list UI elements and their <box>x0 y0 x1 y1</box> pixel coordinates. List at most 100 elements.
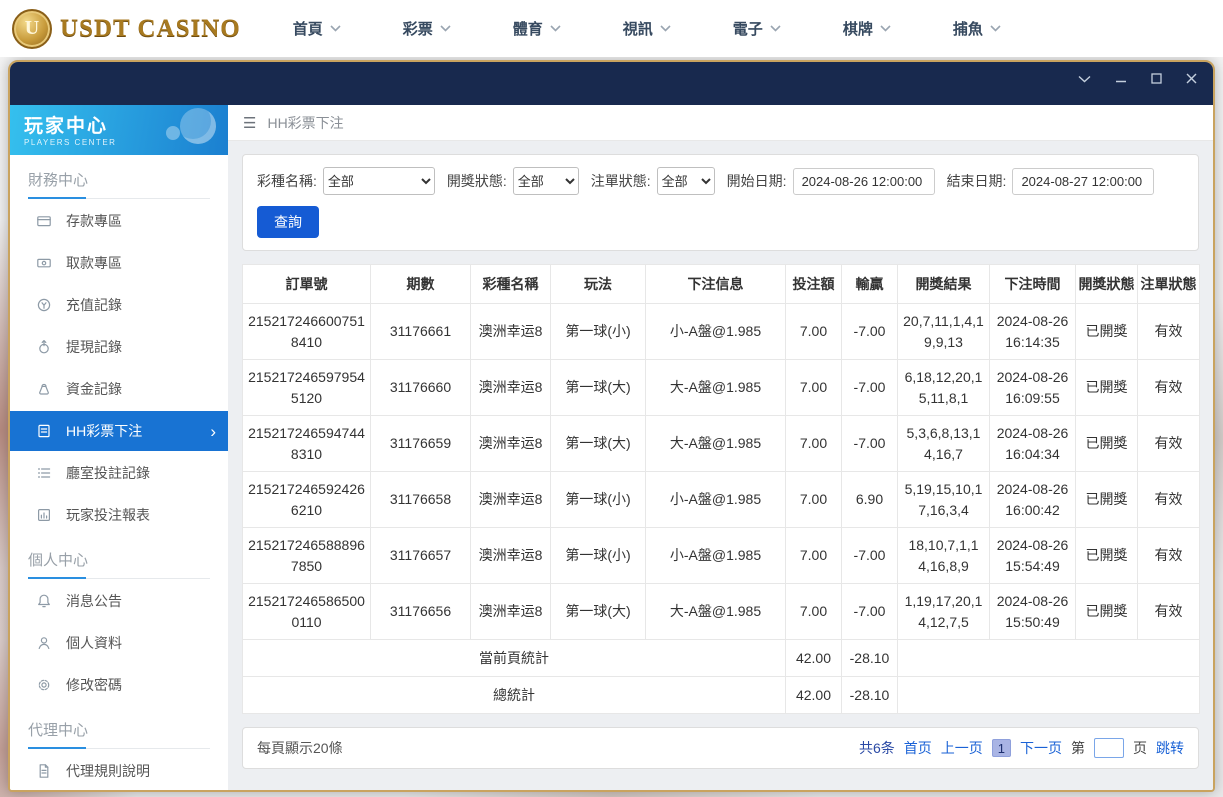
nav-item-label: 體育 <box>512 21 543 38</box>
logo-coin-icon: U <box>12 8 52 49</box>
sidebar-menu: 財務中心 存款專區取款專區充值記錄提現記錄資金記錄 HH彩票下注 › 廳室投註記錄 玩家投… <box>10 155 228 790</box>
sidebar-item[interactable]: 代理規則說明 <box>10 751 228 790</box>
sidebar-item-label: 資金記錄 <box>66 381 122 397</box>
column-header: 玩法 <box>550 264 646 304</box>
doc-icon <box>36 763 52 779</box>
end-date-input[interactable] <box>1012 167 1155 195</box>
summary-bet-total: 42.00 <box>785 676 842 714</box>
nav-item-6[interactable]: 捕魚 <box>953 18 1001 39</box>
table-cell: 6.90 <box>841 471 898 528</box>
sidebar-item[interactable]: 提現記錄 <box>10 327 228 367</box>
page-suffix-label: 页 <box>1133 740 1147 756</box>
logo-text: USDT CASINO <box>60 14 241 42</box>
sidebar-item[interactable]: 廳室投註記錄 <box>10 453 228 493</box>
total-count: 共6条 <box>858 740 895 756</box>
sidebar-item[interactable]: 消息公告 <box>10 581 228 621</box>
start-date-input[interactable] <box>792 167 935 195</box>
sidebar-item[interactable]: HH彩票下注 › <box>10 411 228 451</box>
order-status-select[interactable]: 全部 <box>656 167 715 195</box>
table-cell: 已開獎 <box>1075 359 1138 416</box>
table-cell: 有效 <box>1137 471 1200 528</box>
summary-label: 總統計 <box>242 676 786 714</box>
current-page[interactable]: 1 <box>991 739 1011 757</box>
next-page-link[interactable]: 下一页 <box>1020 738 1062 758</box>
table-row: 2152172465924266210 31176658 澳洲幸运8 第一球(小) 小-… <box>242 471 1200 528</box>
table-cell: 2024-08-26 16:00:42 <box>989 471 1076 528</box>
sidebar-item-label: HH彩票下注 <box>66 423 143 439</box>
table-cell: 已開獎 <box>1075 471 1138 528</box>
banknote-icon <box>36 255 52 271</box>
nav-item-4[interactable]: 電子 <box>733 18 781 39</box>
table-cell: 20,7,11,1,4,19,9,13 <box>897 303 990 360</box>
sidebar-item[interactable]: 個人資料 <box>10 623 228 663</box>
window-minimize-icon[interactable] <box>1115 73 1127 85</box>
table-cell: 小-A盤@1.985 <box>645 303 786 360</box>
nav-item-label: 首頁 <box>292 21 323 38</box>
site-logo[interactable]: U USDT CASINO <box>12 8 241 49</box>
column-header: 投注額 <box>785 264 842 304</box>
table-cell: 6,18,12,20,15,11,8,1 <box>897 359 990 416</box>
window-titlebar <box>10 62 1213 95</box>
lottery-select[interactable]: 全部 <box>322 167 435 195</box>
sidebar-item-label: 修改密碼 <box>66 677 122 693</box>
table-header-row: 訂單號 期數 彩種名稱 玩法 下注信息 投注額 輸贏 開獎結果 下注時間 開獎狀態 注單狀態 <box>242 264 1200 304</box>
summary-row: 總統計 42.00 -28.10 <box>242 676 1200 714</box>
sidebar-item-label: 個人資料 <box>66 635 122 651</box>
page-number-input[interactable] <box>1094 738 1124 758</box>
sidebar-item-label: 消息公告 <box>66 593 122 609</box>
table-cell: 第一球(小) <box>550 527 646 584</box>
table-cell: 7.00 <box>785 583 842 640</box>
draw-status-select[interactable]: 全部 <box>512 167 579 195</box>
nav-item-2[interactable]: 體育 <box>513 18 561 39</box>
menu-toggle-icon[interactable]: ☰ <box>243 114 256 132</box>
content-header: ☰ HH彩票下注 <box>228 105 1213 141</box>
table-cell: 7.00 <box>785 303 842 360</box>
sidebar-item[interactable]: 充值記錄 <box>10 285 228 325</box>
sidebar-item-label: 取款專區 <box>66 255 122 271</box>
jump-link[interactable]: 跳转 <box>1156 738 1184 758</box>
window-close-icon[interactable] <box>1186 73 1197 84</box>
table-cell: 2024-08-26 15:50:49 <box>989 583 1076 640</box>
search-button[interactable]: 查詢 <box>257 206 319 238</box>
summary-row: 當前頁統計 42.00 -28.10 <box>242 639 1200 677</box>
table-cell: 澳洲幸运8 <box>470 415 551 472</box>
window-controls <box>1078 73 1197 85</box>
chevron-down-icon <box>990 25 1001 32</box>
sidebar-item-label: 代理規則說明 <box>66 763 150 779</box>
chevron-down-icon <box>770 25 781 32</box>
nav-item-0[interactable]: 首頁 <box>293 18 341 39</box>
window-maximize-icon[interactable] <box>1151 73 1162 84</box>
page-size-text: 每頁顯示20條 <box>257 740 343 756</box>
prev-page-link[interactable]: 上一页 <box>941 738 983 758</box>
main-menu: 首頁 彩票 體育 視訊 電子 棋牌 捕魚 <box>293 18 1001 39</box>
table-cell: 2024-08-26 16:04:34 <box>989 415 1076 472</box>
sidebar-item[interactable]: 修改密碼 <box>10 665 228 705</box>
column-header: 訂單號 <box>242 264 371 304</box>
table-cell: 7.00 <box>785 359 842 416</box>
titlebar-extension <box>10 95 1213 105</box>
table-cell: 5,3,6,8,13,14,16,7 <box>897 415 990 472</box>
sidebar-item[interactable]: 玩家投注報表 <box>10 495 228 535</box>
sidebar-item[interactable]: 取款專區 <box>10 243 228 283</box>
chevron-down-icon <box>550 25 561 32</box>
page-prefix-label: 第 <box>1071 740 1085 756</box>
nav-item-3[interactable]: 視訊 <box>623 18 671 39</box>
sidebar-item[interactable]: 存款專區 <box>10 201 228 241</box>
window-collapse-icon[interactable] <box>1078 75 1091 83</box>
summary-winloss-total: -28.10 <box>841 639 898 677</box>
sidebar-item[interactable]: 資金記錄 <box>10 369 228 409</box>
nav-item-5[interactable]: 棋牌 <box>843 18 891 39</box>
table-cell: 31176656 <box>370 583 471 640</box>
filter-label: 開獎狀態: <box>446 173 507 189</box>
table-cell: 已開獎 <box>1075 415 1138 472</box>
sidebar-section-title: 財務中心 <box>28 169 210 199</box>
table-row: 2152172465979545120 31176660 澳洲幸运8 第一球(大) 大-… <box>242 359 1200 416</box>
first-page-link[interactable]: 首页 <box>904 738 932 758</box>
table-cell: 2024-08-26 16:09:55 <box>989 359 1076 416</box>
sidebar-section-title: 代理中心 <box>28 719 210 749</box>
sidebar-item-label: 提現記錄 <box>66 339 122 355</box>
chevron-down-icon <box>330 25 341 32</box>
logo-letter: U <box>24 17 40 39</box>
table-cell: 有效 <box>1137 303 1200 360</box>
nav-item-1[interactable]: 彩票 <box>403 18 451 39</box>
